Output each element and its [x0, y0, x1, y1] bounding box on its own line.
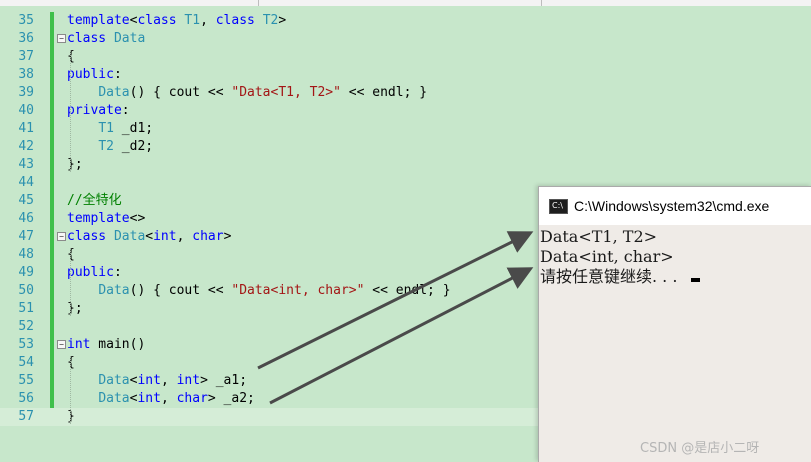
- watermark: CSDN @是店小二呀: [640, 441, 760, 456]
- annotation-arrows: [257, 231, 534, 405]
- arrow-a2-to-output2: [269, 267, 534, 405]
- arrow-a1-to-output1: [257, 231, 534, 370]
